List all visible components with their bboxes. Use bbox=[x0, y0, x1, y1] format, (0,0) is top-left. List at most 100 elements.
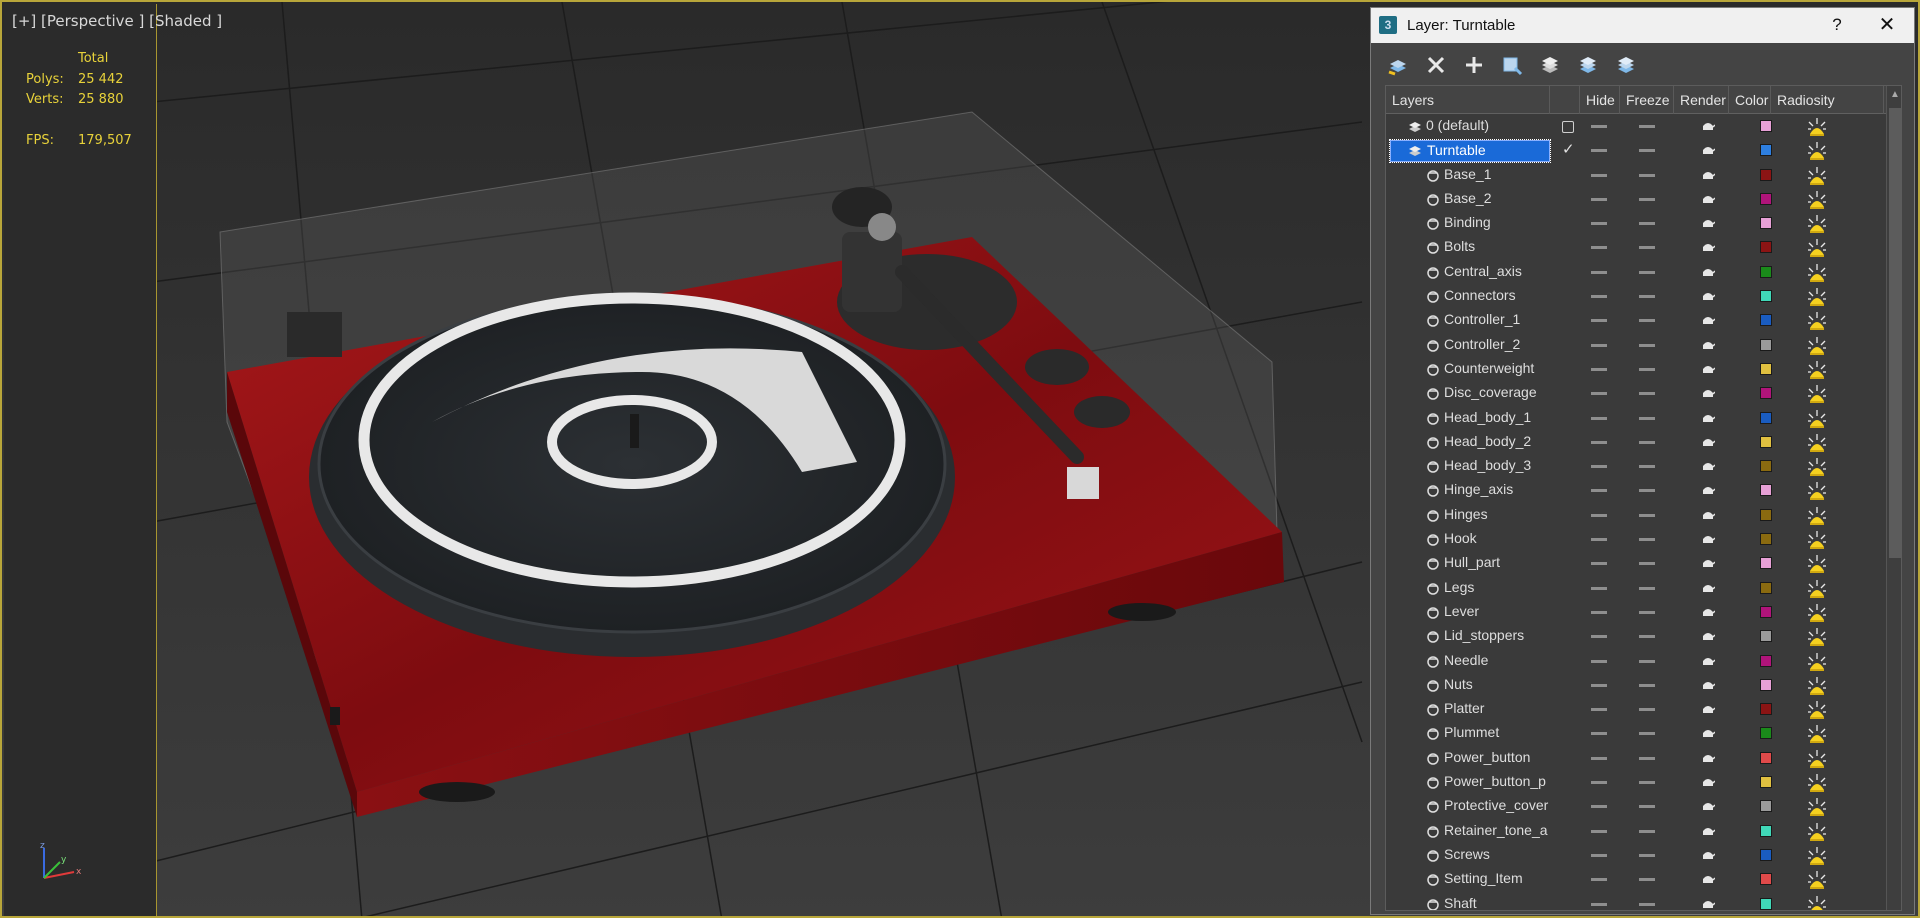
layer-color-swatch[interactable] bbox=[1760, 751, 1772, 764]
radiosity-bulb-icon[interactable] bbox=[1806, 869, 1828, 891]
scroll-thumb[interactable] bbox=[1889, 108, 1901, 558]
object-row[interactable]: Bolts bbox=[1386, 235, 1884, 259]
radiosity-bulb-icon[interactable] bbox=[1806, 894, 1828, 912]
radiosity-bulb-icon[interactable] bbox=[1806, 626, 1828, 648]
radiosity-bulb-icon[interactable] bbox=[1806, 651, 1828, 673]
render-teapot-icon[interactable] bbox=[1701, 314, 1715, 326]
freeze-toggle[interactable] bbox=[1639, 440, 1655, 444]
column-layers[interactable]: Layers bbox=[1386, 86, 1550, 114]
layer-color-swatch[interactable] bbox=[1760, 824, 1772, 837]
radiosity-bulb-icon[interactable] bbox=[1806, 748, 1828, 770]
freeze-toggle[interactable] bbox=[1639, 416, 1655, 420]
current-layer-check-icon[interactable]: ✓ bbox=[1562, 140, 1575, 158]
delete-layer-button[interactable] bbox=[1421, 51, 1450, 79]
hide-toggle[interactable] bbox=[1591, 829, 1607, 833]
layer-name[interactable]: Hinges bbox=[1444, 506, 1564, 522]
hide-toggle[interactable] bbox=[1591, 635, 1607, 639]
render-teapot-icon[interactable] bbox=[1701, 557, 1715, 569]
hide-toggle[interactable] bbox=[1591, 902, 1607, 906]
object-row[interactable]: Head_body_1 bbox=[1386, 406, 1884, 430]
layer-name[interactable]: Setting_Item bbox=[1444, 870, 1564, 886]
freeze-toggle[interactable] bbox=[1639, 635, 1655, 639]
render-teapot-icon[interactable] bbox=[1701, 776, 1715, 788]
hide-toggle[interactable] bbox=[1591, 197, 1607, 201]
freeze-toggle[interactable] bbox=[1639, 683, 1655, 687]
create-new-layer-button[interactable] bbox=[1383, 51, 1412, 79]
hide-toggle[interactable] bbox=[1591, 562, 1607, 566]
object-row[interactable]: Base_1 bbox=[1386, 163, 1884, 187]
object-row[interactable]: Setting_Item bbox=[1386, 867, 1884, 891]
layer-name[interactable]: Binding bbox=[1444, 214, 1564, 230]
render-teapot-icon[interactable] bbox=[1701, 484, 1715, 496]
render-teapot-icon[interactable] bbox=[1701, 752, 1715, 764]
render-teapot-icon[interactable] bbox=[1701, 193, 1715, 205]
dialog-titlebar[interactable]: 3 Layer: Turntable ? ✕ bbox=[1371, 8, 1914, 43]
freeze-toggle[interactable] bbox=[1639, 392, 1655, 396]
radiosity-bulb-icon[interactable] bbox=[1806, 335, 1828, 357]
layer-color-swatch[interactable] bbox=[1760, 630, 1772, 643]
freeze-toggle[interactable] bbox=[1639, 538, 1655, 542]
layer-color-swatch[interactable] bbox=[1760, 411, 1772, 424]
radiosity-bulb-icon[interactable] bbox=[1806, 408, 1828, 430]
render-teapot-icon[interactable] bbox=[1701, 169, 1715, 181]
freeze-toggle[interactable] bbox=[1639, 829, 1655, 833]
layer-color-swatch[interactable] bbox=[1760, 241, 1772, 254]
render-teapot-icon[interactable] bbox=[1701, 679, 1715, 691]
render-teapot-icon[interactable] bbox=[1701, 630, 1715, 642]
freeze-toggle[interactable] bbox=[1639, 489, 1655, 493]
render-teapot-icon[interactable] bbox=[1701, 582, 1715, 594]
render-teapot-icon[interactable] bbox=[1701, 703, 1715, 715]
layer-color-swatch[interactable] bbox=[1760, 460, 1772, 473]
radiosity-bulb-icon[interactable] bbox=[1806, 286, 1828, 308]
freeze-toggle[interactable] bbox=[1639, 270, 1655, 274]
radiosity-bulb-icon[interactable] bbox=[1806, 432, 1828, 454]
layer-name[interactable]: Controller_2 bbox=[1444, 336, 1564, 352]
column-freeze[interactable]: Freeze bbox=[1620, 86, 1674, 114]
object-row[interactable]: Base_2 bbox=[1386, 187, 1884, 211]
radiosity-bulb-icon[interactable] bbox=[1806, 821, 1828, 843]
hide-toggle[interactable] bbox=[1591, 343, 1607, 347]
layer-name[interactable]: Platter bbox=[1444, 700, 1564, 716]
radiosity-bulb-icon[interactable] bbox=[1806, 796, 1828, 818]
layer-name[interactable]: Bolts bbox=[1444, 238, 1564, 254]
radiosity-bulb-icon[interactable] bbox=[1806, 772, 1828, 794]
layer-color-swatch[interactable] bbox=[1760, 290, 1772, 303]
scroll-up-arrow-icon[interactable]: ▲ bbox=[1890, 89, 1900, 100]
render-teapot-icon[interactable] bbox=[1701, 387, 1715, 399]
layer-color-swatch[interactable] bbox=[1760, 435, 1772, 448]
hide-toggle[interactable] bbox=[1591, 246, 1607, 250]
render-teapot-icon[interactable] bbox=[1701, 509, 1715, 521]
hide-toggle[interactable] bbox=[1591, 222, 1607, 226]
hide-toggle[interactable] bbox=[1591, 416, 1607, 420]
layer-name[interactable]: Head_body_2 bbox=[1444, 433, 1564, 449]
hide-toggle[interactable] bbox=[1591, 853, 1607, 857]
layer-name[interactable]: Screws bbox=[1444, 846, 1564, 862]
object-row[interactable]: Power_button bbox=[1386, 746, 1884, 770]
hide-toggle[interactable] bbox=[1591, 878, 1607, 882]
hide-toggle[interactable] bbox=[1591, 392, 1607, 396]
render-teapot-icon[interactable] bbox=[1701, 241, 1715, 253]
hide-unhide-all-button[interactable] bbox=[1573, 51, 1602, 79]
freeze-toggle[interactable] bbox=[1639, 343, 1655, 347]
render-teapot-icon[interactable] bbox=[1701, 120, 1715, 132]
radiosity-bulb-icon[interactable] bbox=[1806, 845, 1828, 867]
freeze-toggle[interactable] bbox=[1639, 853, 1655, 857]
object-row[interactable]: Disc_coverage bbox=[1386, 381, 1884, 405]
object-row[interactable]: Head_body_3 bbox=[1386, 454, 1884, 478]
layer-name[interactable]: 0 (default) bbox=[1426, 117, 1564, 133]
layer-color-swatch[interactable] bbox=[1760, 508, 1772, 521]
freeze-toggle[interactable] bbox=[1639, 149, 1655, 153]
layer-color-swatch[interactable] bbox=[1760, 897, 1772, 910]
column-render[interactable]: Render bbox=[1674, 86, 1729, 114]
render-teapot-icon[interactable] bbox=[1701, 727, 1715, 739]
layer-row[interactable]: −Turntable✓ bbox=[1386, 138, 1884, 164]
object-row[interactable]: Hull_part bbox=[1386, 551, 1884, 575]
hide-toggle[interactable] bbox=[1591, 173, 1607, 177]
render-teapot-icon[interactable] bbox=[1701, 290, 1715, 302]
layer-name[interactable]: Hook bbox=[1444, 530, 1564, 546]
layer-name[interactable]: Plummet bbox=[1444, 724, 1564, 740]
radiosity-bulb-icon[interactable] bbox=[1806, 116, 1828, 138]
layer-color-swatch[interactable] bbox=[1760, 678, 1772, 691]
hide-toggle[interactable] bbox=[1591, 708, 1607, 712]
hide-toggle[interactable] bbox=[1591, 586, 1607, 590]
